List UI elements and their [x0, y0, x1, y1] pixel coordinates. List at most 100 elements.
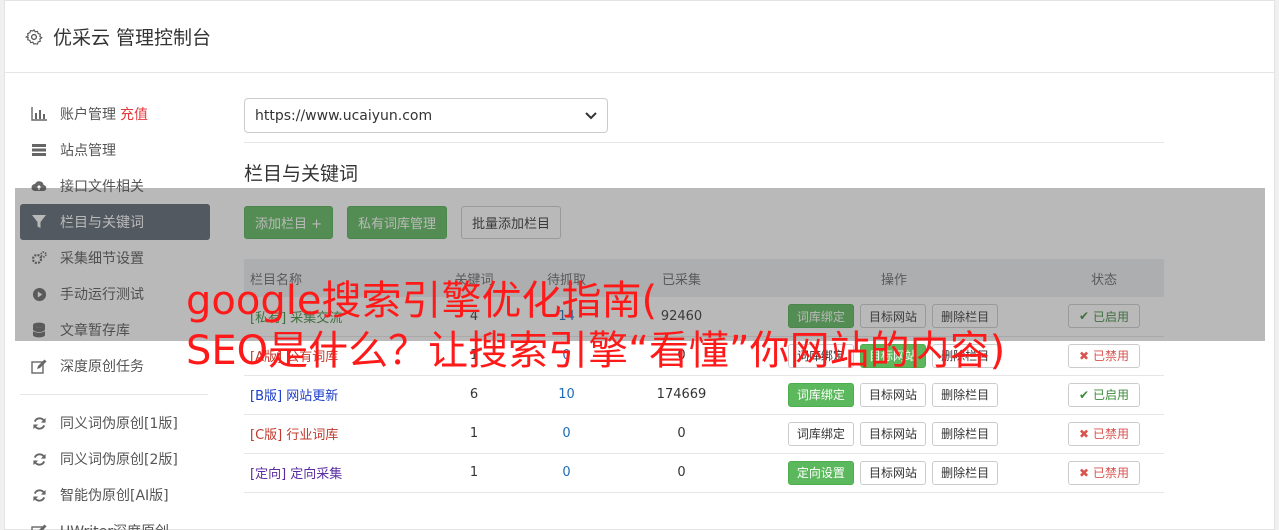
- pending-count[interactable]: 0: [514, 414, 619, 453]
- column-title: 定向采集: [290, 467, 343, 482]
- delete-column-button[interactable]: 删除栏目: [932, 304, 999, 329]
- sidebar-item-label: 同义词伪原创[1版]: [60, 416, 178, 432]
- check-icon: ✔: [1079, 387, 1090, 402]
- sidebar-item-account[interactable]: 账户管理 充值: [20, 96, 210, 132]
- x-icon: ✖: [1079, 465, 1090, 480]
- sidebar-item-label: 栏目与关键词: [60, 215, 144, 231]
- column-name[interactable]: [定向] 定向采集: [244, 453, 434, 492]
- status-label: 已禁用: [1092, 427, 1129, 441]
- table-row: [私有] 采集交流 4 14 92460 词库绑定 目标网站 删除栏目 ✔ 已启…: [244, 297, 1164, 336]
- pending-count[interactable]: 0: [514, 453, 619, 492]
- sidebar-item-uwriter[interactable]: UWriter深度原创: [20, 513, 210, 530]
- filter-icon: [30, 214, 48, 230]
- status-cell: ✔ 已启用: [1044, 375, 1164, 414]
- keyword-count: 1: [469, 348, 479, 363]
- target-site-button[interactable]: 目标网站: [859, 304, 926, 329]
- sidebar-item-manual-run[interactable]: 手动运行测试: [20, 276, 210, 312]
- cloud-upload-icon: [30, 178, 48, 194]
- row-actions: 词库绑定 目标网站 删除栏目: [744, 414, 1044, 453]
- status-toggle[interactable]: ✔ 已启用: [1068, 382, 1140, 407]
- refresh-icon: [30, 415, 48, 431]
- keyword-count: 6: [469, 387, 479, 402]
- refresh-icon: [30, 487, 48, 503]
- status-toggle[interactable]: ✖ 已禁用: [1068, 421, 1140, 446]
- column-prefix: [私有]: [250, 310, 287, 326]
- row-actions: 词库绑定 目标网站 删除栏目: [744, 336, 1044, 375]
- sidebar-item-deep-original[interactable]: 深度原创任务: [20, 348, 210, 384]
- delete-column-button[interactable]: 删除栏目: [932, 382, 999, 407]
- status-label: 已禁用: [1092, 466, 1129, 480]
- bind-lib-button[interactable]: 词库绑定: [787, 304, 854, 329]
- section-title: 栏目与关键词: [244, 163, 359, 185]
- row-actions: 词库绑定 目标网站 删除栏目: [744, 297, 1044, 336]
- sidebar-item-columns[interactable]: 栏目与关键词: [20, 204, 210, 240]
- check-icon: ✔: [1079, 309, 1090, 324]
- add-column-button[interactable]: 添加栏目 +: [244, 206, 334, 239]
- sidebar-item-sites[interactable]: 站点管理: [20, 132, 210, 168]
- col-header: 栏目名称: [250, 272, 303, 288]
- column-name[interactable]: [A版] 公有词库: [244, 336, 434, 375]
- bar-chart-icon: [30, 106, 48, 122]
- pending-count[interactable]: 10: [514, 375, 619, 414]
- pending-count[interactable]: 14: [514, 297, 619, 336]
- sidebar-item-ai-rewrite[interactable]: 智能伪原创[AI版]: [20, 477, 210, 513]
- sidebar: 账户管理 充值 站点管理 接口文件相关 栏目与关键词 采集细节设置 手动运行测试…: [20, 96, 210, 530]
- sidebar-item-synonym-v1[interactable]: 同义词伪原创[1版]: [20, 405, 210, 441]
- row-actions: 词库绑定 目标网站 删除栏目: [744, 375, 1044, 414]
- pending-count[interactable]: 0: [514, 336, 619, 375]
- delete-column-button[interactable]: 删除栏目: [932, 343, 999, 368]
- sidebar-item-label: 采集细节设置: [60, 251, 144, 267]
- delete-column-button[interactable]: 删除栏目: [932, 460, 999, 485]
- bind-lib-button[interactable]: 词库绑定: [787, 382, 854, 407]
- batch-add-button[interactable]: 批量添加栏目: [461, 206, 562, 239]
- column-name[interactable]: [私有] 采集交流: [244, 297, 434, 336]
- sidebar-item-label: 同义词伪原创[2版]: [60, 452, 178, 468]
- status-toggle[interactable]: ✖ 已禁用: [1068, 460, 1140, 485]
- target-site-button[interactable]: 目标网站: [859, 460, 926, 485]
- x-icon: ✖: [1079, 426, 1090, 441]
- directed-settings-button[interactable]: 定向设置: [787, 460, 854, 485]
- column-name[interactable]: [C版] 行业词库: [244, 414, 434, 453]
- sidebar-item-synonym-v2[interactable]: 同义词伪原创[2版]: [20, 441, 210, 477]
- status-toggle[interactable]: ✖ 已禁用: [1068, 343, 1140, 368]
- keyword-count: 4: [469, 308, 479, 324]
- column-prefix: [A版]: [250, 350, 283, 365]
- column-prefix: [B版]: [250, 389, 283, 404]
- status-cell: ✖ 已禁用: [1044, 453, 1164, 492]
- sidebar-item-interface[interactable]: 接口文件相关: [20, 168, 210, 204]
- database-icon: [30, 322, 48, 338]
- page-header: 优采云 管理控制台: [5, 1, 1274, 73]
- sidebar-item-article-store[interactable]: 文章暂存库: [20, 312, 210, 348]
- bind-lib-button[interactable]: 词库绑定: [787, 421, 854, 446]
- target-site-button[interactable]: 目标网站: [859, 382, 926, 407]
- collected-count: 0: [677, 348, 686, 363]
- private-lib-button[interactable]: 私有词库管理: [347, 206, 448, 239]
- server-icon: [30, 142, 48, 158]
- collected-count: 0: [677, 465, 686, 480]
- collected-count: 174669: [656, 387, 707, 402]
- target-site-button[interactable]: 目标网站: [859, 343, 926, 368]
- collected-count: 0: [677, 426, 686, 441]
- page-title: 优采云 管理控制台: [53, 27, 212, 49]
- refresh-icon: [30, 451, 48, 467]
- site-select[interactable]: https://www.ucaiyun.com: [244, 98, 608, 133]
- recharge-link[interactable]: 充值: [120, 104, 148, 124]
- gear-icon: [23, 26, 45, 48]
- sidebar-item-label: 深度原创任务: [60, 359, 144, 375]
- bind-lib-button[interactable]: 词库绑定: [787, 343, 854, 368]
- sidebar-item-label: UWriter深度原创: [60, 521, 169, 530]
- chevron-down-icon: [585, 108, 597, 124]
- col-header: 状态: [1090, 272, 1117, 288]
- delete-column-button[interactable]: 删除栏目: [932, 421, 999, 446]
- collected-count: 92460: [660, 308, 703, 324]
- status-toggle[interactable]: ✔ 已启用: [1068, 304, 1140, 329]
- keyword-count: 1: [469, 426, 479, 441]
- keyword-count: 1: [469, 465, 479, 480]
- target-site-button[interactable]: 目标网站: [859, 421, 926, 446]
- status-cell: ✔ 已启用: [1044, 297, 1164, 336]
- column-name[interactable]: [B版] 网站更新: [244, 375, 434, 414]
- status-cell: ✖ 已禁用: [1044, 414, 1164, 453]
- sidebar-item-collect-settings[interactable]: 采集细节设置: [20, 240, 210, 276]
- sidebar-item-label: 账户管理: [60, 107, 116, 123]
- col-header: 已采集: [661, 272, 701, 288]
